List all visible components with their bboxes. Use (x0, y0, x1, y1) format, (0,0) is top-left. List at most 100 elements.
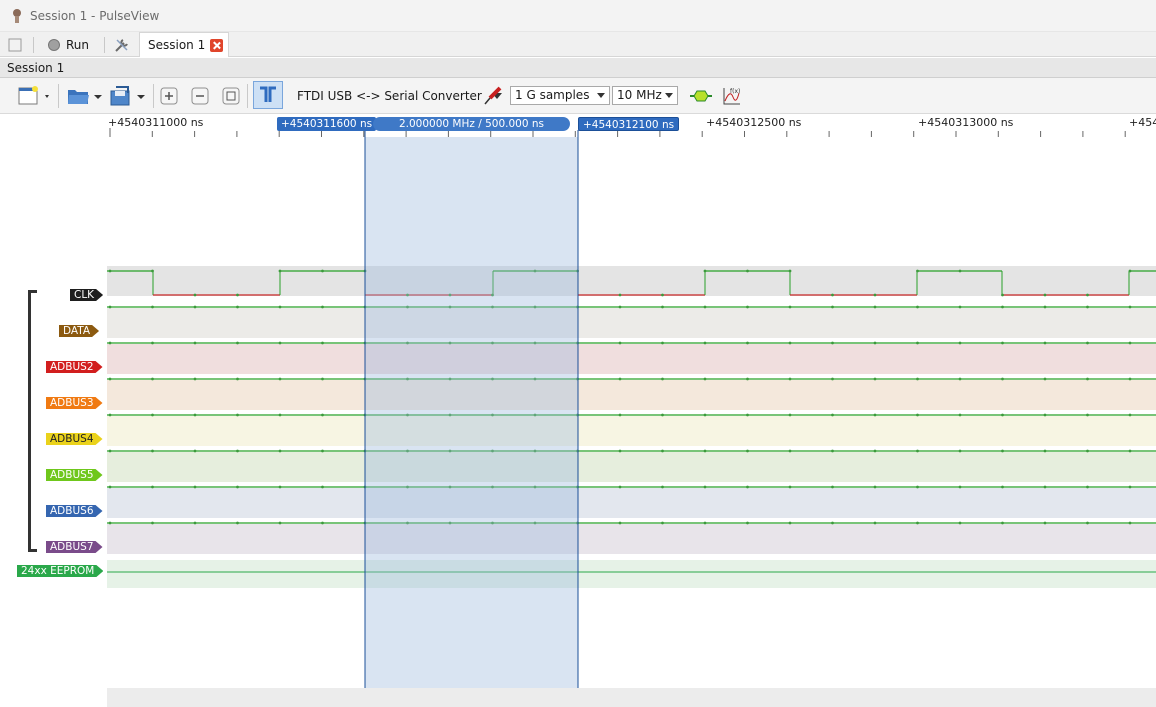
sample-dot (916, 377, 919, 381)
sample-dot (618, 521, 622, 525)
sample-dot (236, 305, 239, 309)
device-select-button[interactable]: FTDI USB <-> Serial Converter (297, 84, 504, 108)
open-button[interactable] (66, 84, 104, 108)
sample-dot (193, 449, 197, 453)
trace-label-adbus3[interactable]: ADBUS3 (46, 397, 103, 409)
sample-dot (1128, 341, 1132, 345)
ruler-tick-label: +4540311000 ns (108, 116, 204, 129)
probe-config-button[interactable] (482, 84, 504, 108)
sample-dot (108, 341, 112, 345)
sample-dot (1128, 269, 1132, 273)
cursor-right-marker[interactable]: +4540312100 ns (578, 117, 680, 131)
sample-dot (236, 341, 239, 345)
sample-dot (321, 449, 324, 453)
sample-dot (916, 269, 919, 273)
sample-dot (1086, 413, 1089, 417)
tab-session-1[interactable]: Session 1 (139, 32, 229, 57)
trace-label-data[interactable]: DATA (59, 325, 99, 337)
sample-dot (958, 341, 962, 345)
new-session-button[interactable] (8, 35, 22, 55)
show-cursors-button[interactable] (253, 81, 283, 109)
open-folder-icon (68, 90, 102, 104)
sample-dot (661, 449, 664, 453)
sample-dot (1043, 521, 1047, 525)
sample-dot (151, 341, 154, 345)
trace-label-adbus7[interactable]: ADBUS7 (46, 541, 103, 553)
zoom-fit-button[interactable] (222, 84, 240, 108)
zoom-in-button[interactable] (160, 84, 178, 108)
sample-dot (193, 377, 197, 381)
ruler-tick-label: +4540312500 ns (706, 116, 802, 129)
save-button[interactable] (108, 84, 148, 108)
sample-dot (1043, 305, 1047, 309)
trace-label-adbus6[interactable]: ADBUS6 (46, 505, 103, 517)
save-export-icon (110, 86, 145, 106)
cursor-measurement[interactable]: 2.000000 MHz / 500.000 ns (373, 117, 570, 131)
trace-label-adbus2[interactable]: ADBUS2 (46, 361, 103, 373)
sample-dot (788, 521, 792, 525)
sample-dot (321, 521, 324, 525)
sample-dot (236, 485, 239, 489)
sample-dot (278, 485, 282, 489)
trace-background (107, 308, 1156, 338)
sample-dot (703, 485, 707, 489)
sample-dot (278, 449, 282, 453)
zoom-out-button[interactable] (191, 84, 209, 108)
sample-dot (278, 413, 282, 417)
sample-dot (1086, 521, 1089, 525)
sample-dot (661, 377, 664, 381)
sample-dot (746, 449, 749, 453)
sample-dot (703, 521, 707, 525)
trace-label-eeprom-decoder[interactable]: 24xx EEPROM (17, 565, 103, 577)
close-icon[interactable] (210, 38, 224, 52)
sample-dot (1001, 449, 1004, 453)
sample-dot (958, 449, 962, 453)
samples-select[interactable]: 1 G samples (510, 86, 610, 105)
sample-dot (151, 305, 154, 309)
sample-dot (321, 377, 324, 381)
run-label: Run (66, 38, 90, 52)
sample-dot (1043, 449, 1047, 453)
sample-dot (278, 341, 282, 345)
sample-dot (746, 269, 749, 273)
sample-dot (108, 377, 112, 381)
sample-dot (1001, 485, 1004, 489)
sample-dot (661, 293, 664, 297)
sample-dot (108, 521, 112, 525)
waveform-canvas[interactable] (0, 114, 1156, 707)
sample-dot (278, 305, 282, 309)
trace-background (107, 416, 1156, 446)
add-math-button[interactable]: f(x) (721, 84, 743, 108)
sample-dot (108, 269, 112, 273)
sample-dot (193, 293, 197, 297)
sample-dot (1086, 449, 1089, 453)
sample-dot (321, 485, 324, 489)
sample-dot (661, 305, 664, 309)
add-decoder-button[interactable] (689, 84, 713, 108)
sample-dot (321, 305, 324, 309)
sample-dot (151, 269, 154, 273)
trace-label-adbus4[interactable]: ADBUS4 (46, 433, 103, 445)
samplerate-select[interactable]: 10 MHz (612, 86, 678, 105)
run-button[interactable]: Run (47, 35, 89, 55)
trace-view[interactable] (0, 114, 1156, 707)
cursor-left-marker[interactable]: +4540311600 ns (277, 117, 377, 131)
sample-dot (661, 485, 664, 489)
sample-dot (1086, 305, 1089, 309)
sample-dot (916, 413, 919, 417)
sample-dot (193, 341, 197, 345)
sample-dot (278, 521, 282, 525)
trace-background (107, 524, 1156, 554)
sample-dot (1086, 377, 1089, 381)
sample-dot (788, 485, 792, 489)
sample-dot (618, 485, 622, 489)
sample-dot (746, 305, 749, 309)
sample-dot (916, 485, 919, 489)
settings-button[interactable] (114, 35, 130, 55)
sample-dot (1086, 341, 1089, 345)
new-view-button[interactable] (17, 84, 53, 108)
trace-label-adbus5[interactable]: ADBUS5 (46, 469, 103, 481)
trace-label-clk[interactable]: CLK (70, 289, 103, 301)
sample-dot (703, 341, 707, 345)
sample-dot (831, 485, 834, 489)
